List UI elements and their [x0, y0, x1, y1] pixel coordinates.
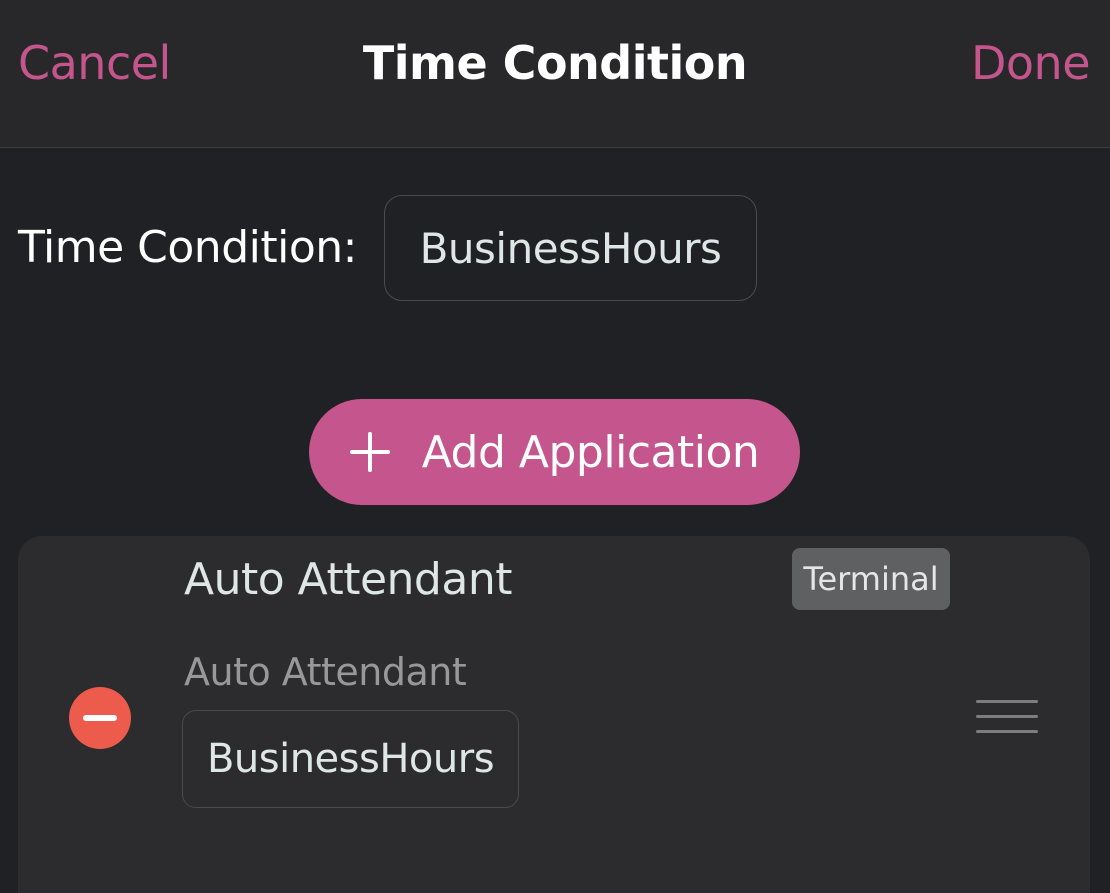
application-subtitle: Auto Attendant — [184, 650, 467, 694]
application-card: Auto Attendant Terminal Auto Attendant B… — [18, 536, 1090, 893]
add-application-button[interactable]: Add Application — [309, 399, 800, 505]
page-title: Time Condition — [362, 36, 748, 90]
terminal-badge: Terminal — [792, 548, 950, 610]
application-title: Auto Attendant — [184, 554, 512, 605]
time-condition-label: Time Condition: — [18, 222, 357, 273]
add-application-label: Add Application — [421, 426, 760, 478]
plus-icon — [349, 432, 390, 472]
done-button[interactable]: Done — [971, 36, 1091, 90]
time-condition-field[interactable]: BusinessHours — [384, 195, 757, 301]
minus-circle-icon[interactable] — [69, 687, 131, 749]
reorder-handle-icon[interactable] — [976, 700, 1038, 734]
navigation-bar: Cancel Time Condition Done — [0, 0, 1110, 148]
application-value-field[interactable]: BusinessHours — [182, 710, 519, 808]
